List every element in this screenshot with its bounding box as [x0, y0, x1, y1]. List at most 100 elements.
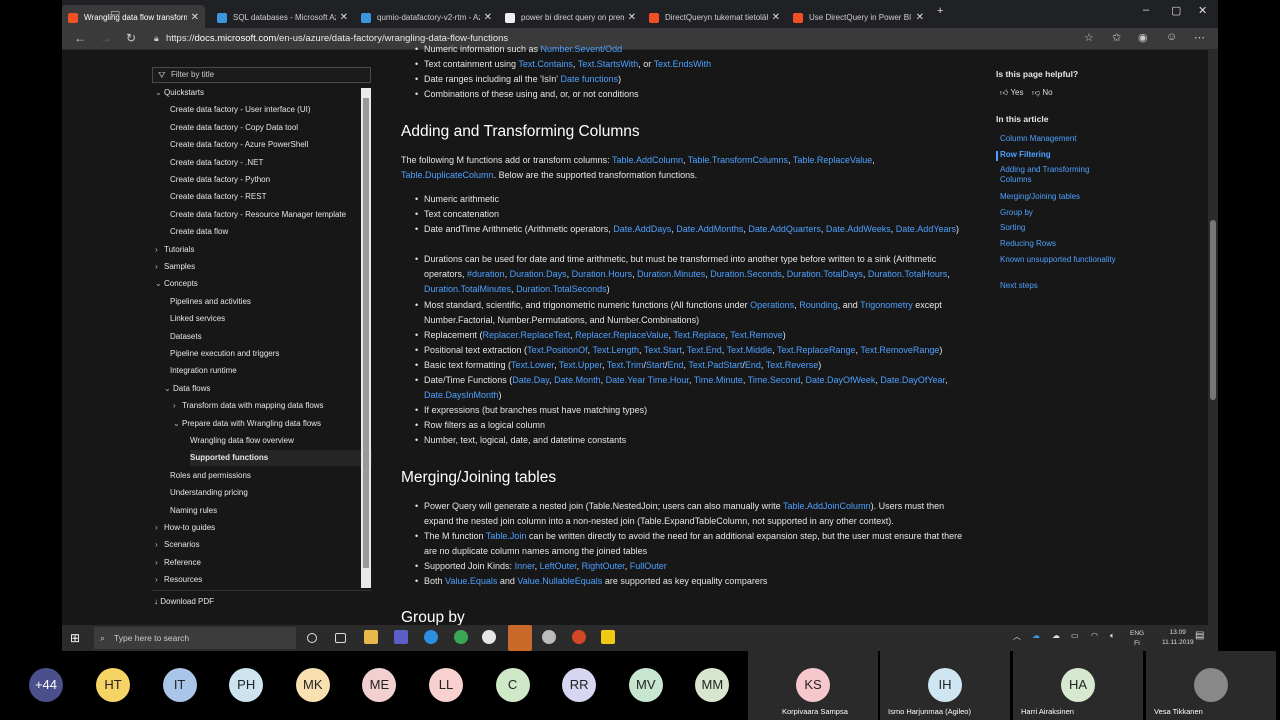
settings-icon[interactable] — [542, 630, 556, 644]
doc-link[interactable]: Duration.TotalSeconds — [516, 284, 607, 294]
toc-item[interactable]: Roles and permissions — [170, 468, 257, 484]
participant-avatar[interactable]: LL — [429, 668, 463, 702]
doc-link[interactable]: Duration.Seconds — [710, 269, 782, 279]
no-button[interactable]: 👎︎ No — [1032, 88, 1053, 98]
more-icon[interactable]: ⋯ — [1194, 31, 1205, 44]
yes-button[interactable]: 👍︎ Yes — [1000, 88, 1024, 98]
toc-item[interactable]: › Scenarios — [155, 537, 206, 553]
doc-link[interactable]: Text.PositionOf — [527, 345, 588, 355]
toc-item[interactable]: Integration runtime — [170, 363, 243, 379]
doc-link[interactable]: Date.DaysInMonth — [424, 390, 499, 400]
favorite-star-icon[interactable]: ☆ — [1084, 31, 1094, 44]
chevron-down-icon[interactable]: ⌄ — [155, 85, 164, 101]
doc-link[interactable]: Inner — [515, 561, 535, 571]
doc-link[interactable]: Duration.TotalHours — [868, 269, 948, 279]
article-nav-link[interactable]: Merging/Joining tables — [1000, 192, 1120, 202]
cloud-icon[interactable]: ☁ — [1052, 631, 1060, 640]
chrome-icon[interactable] — [454, 630, 468, 644]
windows-start-icon[interactable]: ⊞ — [70, 631, 80, 645]
toc-item[interactable]: › Samples — [155, 259, 201, 275]
doc-link[interactable]: LeftOuter — [540, 561, 577, 571]
article-nav-link[interactable]: Group by — [1000, 208, 1120, 218]
taskbar-search-input[interactable]: ⌕ Type here to search — [94, 627, 296, 649]
doc-link[interactable]: Text.Trim — [607, 360, 644, 370]
doc-link[interactable]: Table.ReplaceValue — [793, 155, 872, 165]
article-nav-link[interactable]: Reducing Rows — [1000, 239, 1120, 249]
browser-tab[interactable]: DirectQueryn tukemat tietolähte ✕ — [643, 5, 786, 30]
toc-item[interactable]: › Tutorials — [155, 242, 200, 258]
doc-link[interactable]: Table.AddJoinColumn — [783, 501, 871, 511]
tab-close-icon[interactable]: ✕ — [484, 12, 492, 23]
toc-item[interactable]: Understanding pricing — [170, 485, 254, 501]
doc-link[interactable]: Operations — [750, 300, 794, 310]
tab-actions-icon[interactable]: ▭ — [110, 6, 120, 19]
toc-item[interactable]: Linked services — [170, 311, 231, 327]
doc-link[interactable]: Date.Month — [554, 375, 601, 385]
chevron-down-icon[interactable]: ⌄ — [164, 381, 173, 397]
toc-item[interactable]: Datasets — [170, 329, 208, 345]
file-explorer-icon[interactable] — [364, 630, 378, 644]
chevron-down-icon[interactable]: ⌄ — [173, 416, 182, 432]
doc-link[interactable]: Text.Reverse — [766, 360, 819, 370]
minimize-icon[interactable]: – — [1143, 4, 1149, 16]
taskbar-clock[interactable]: 13.09 11.11.2019 — [1162, 628, 1194, 648]
doc-link[interactable]: Text.Lower — [511, 360, 554, 370]
doc-link[interactable]: Text.EndsWith — [654, 59, 712, 69]
browser-tab[interactable]: qumio-datafactory-v2-rtm - Azu ✕ — [355, 5, 498, 30]
doc-link[interactable]: Text.Remove — [730, 330, 783, 340]
toc-item[interactable]: ⌄ Data flows — [164, 381, 216, 397]
cortana-icon[interactable] — [307, 633, 317, 643]
filter-by-title-input[interactable]: ⛛ Filter by title — [152, 67, 371, 83]
toc-item[interactable]: Create data factory - Resource Manager t… — [170, 207, 352, 223]
doc-link[interactable]: Date.AddQuarters — [748, 224, 821, 234]
doc-link[interactable]: Duration.Minutes — [637, 269, 705, 279]
doc-link[interactable]: Start — [646, 360, 665, 370]
toc-scrollbar-thumb[interactable] — [363, 98, 369, 568]
doc-link[interactable]: Text.ReplaceRange — [777, 345, 856, 355]
chevron-right-icon[interactable]: › — [173, 398, 182, 414]
tray-chevron-icon[interactable]: ︿ — [1013, 631, 1021, 642]
back-icon[interactable]: ← — [74, 31, 86, 45]
toc-item[interactable]: › How-to guides — [155, 520, 221, 536]
toc-item[interactable]: Naming rules — [170, 503, 223, 519]
maximize-icon[interactable]: ▢ — [1171, 4, 1181, 17]
browser-tab[interactable]: Wrangling data flow transformat ✕ — [62, 5, 205, 30]
outlook-icon[interactable] — [508, 625, 532, 651]
participant-avatar[interactable]: PH — [229, 668, 264, 702]
doc-link[interactable]: Date functions — [561, 74, 619, 84]
doc-link[interactable]: Text.PadStart — [688, 360, 742, 370]
toc-item[interactable]: Pipelines and activities — [170, 294, 257, 310]
doc-link[interactable]: Replacer.ReplaceText — [483, 330, 571, 340]
chevron-right-icon[interactable]: › — [155, 259, 164, 275]
chevron-right-icon[interactable]: › — [155, 520, 164, 536]
doc-link[interactable]: RightOuter — [582, 561, 625, 571]
toc-item[interactable]: Pipeline execution and triggers — [170, 346, 285, 362]
volume-icon[interactable]: 🔈︎ — [1110, 631, 1115, 641]
doc-link[interactable]: Date.DayOfYear — [880, 375, 945, 385]
doc-link[interactable]: #duration — [467, 269, 505, 279]
doc-link[interactable]: Time.Second — [748, 375, 801, 385]
chevron-right-icon[interactable]: › — [155, 555, 164, 571]
participant-avatar[interactable]: MK — [295, 668, 330, 702]
more-participants-avatar[interactable]: +44 — [29, 668, 63, 702]
participant-avatar[interactable]: MV — [628, 668, 663, 702]
chevron-right-icon[interactable]: › — [155, 572, 164, 588]
wifi-icon[interactable]: ◠ — [1091, 631, 1098, 640]
participant-avatar[interactable]: C — [495, 668, 530, 702]
doc-link[interactable]: Time.Hour — [648, 375, 689, 385]
powerpoint-icon[interactable] — [572, 630, 586, 644]
doc-link[interactable]: Time.Minute — [694, 375, 743, 385]
toc-item[interactable]: ⌄ Concepts — [155, 276, 204, 292]
refresh-icon[interactable]: ↻ — [126, 31, 136, 45]
doc-link[interactable]: Date.AddWeeks — [826, 224, 891, 234]
doc-link[interactable]: Date.AddMonths — [676, 224, 743, 234]
feedback-icon[interactable]: ☺ — [1166, 31, 1177, 43]
article-nav-link[interactable]: Row Filtering — [1000, 150, 1120, 160]
browser-tab[interactable]: Use DirectQuery in Power BI De ✕ — [787, 5, 930, 30]
doc-link[interactable]: Trigonometry — [860, 300, 913, 310]
doc-link[interactable]: Date.Year — [606, 375, 646, 385]
doc-link[interactable]: Text.End — [687, 345, 722, 355]
doc-link[interactable]: Date.Day — [512, 375, 549, 385]
doc-link[interactable]: Text.Contains — [518, 59, 573, 69]
doc-link[interactable]: Text.Length — [592, 345, 639, 355]
